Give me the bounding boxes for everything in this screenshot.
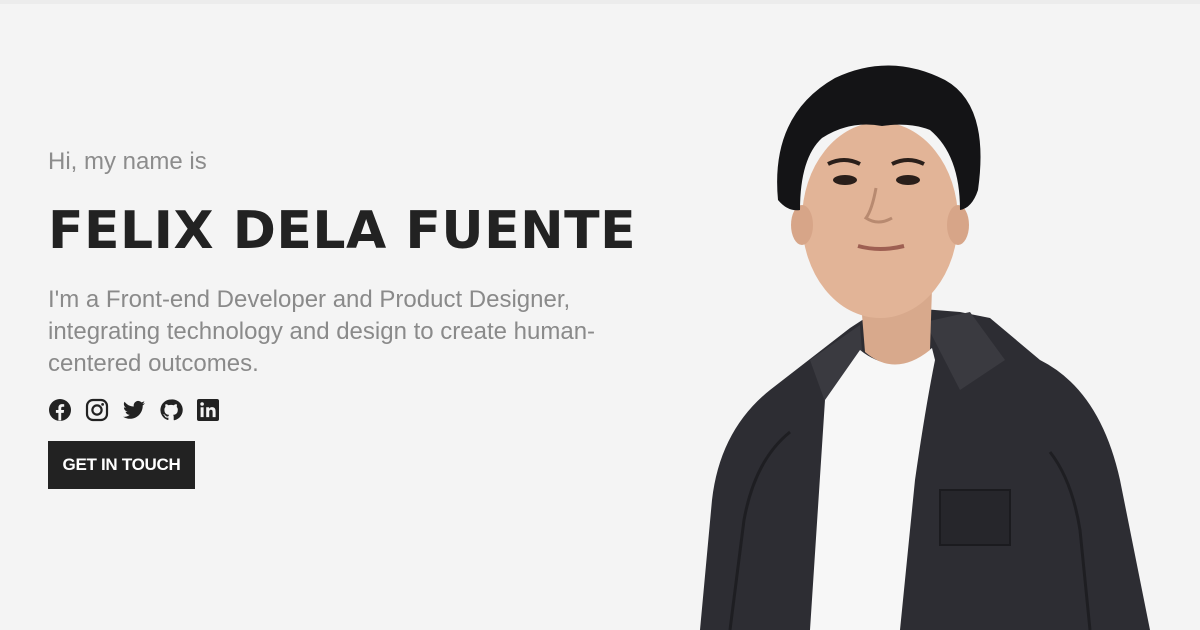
twitter-link[interactable] xyxy=(122,398,146,422)
facebook-icon xyxy=(48,398,72,422)
hero-bio-line: centered outcomes. xyxy=(48,350,259,377)
instagram-icon xyxy=(85,398,109,422)
hero-name: FELIX DELA FUENTE xyxy=(48,201,637,261)
linkedin-icon xyxy=(196,398,220,422)
hero-bio-line: I'm a Front-end Developer and Product De… xyxy=(48,286,571,313)
top-strip xyxy=(0,0,1200,4)
github-icon xyxy=(159,398,183,422)
linkedin-link[interactable] xyxy=(196,398,220,422)
facebook-link[interactable] xyxy=(48,398,72,422)
get-in-touch-button[interactable]: GET IN TOUCH xyxy=(48,441,195,489)
hero-greeting: Hi, my name is xyxy=(48,148,207,175)
twitter-icon xyxy=(122,398,146,422)
social-links xyxy=(48,398,220,422)
github-link[interactable] xyxy=(159,398,183,422)
hero-bio-line: integrating technology and design to cre… xyxy=(48,318,596,345)
hero-bio: I'm a Front-end Developer and Product De… xyxy=(48,284,688,380)
instagram-link[interactable] xyxy=(85,398,109,422)
profile-photo xyxy=(660,60,1160,630)
